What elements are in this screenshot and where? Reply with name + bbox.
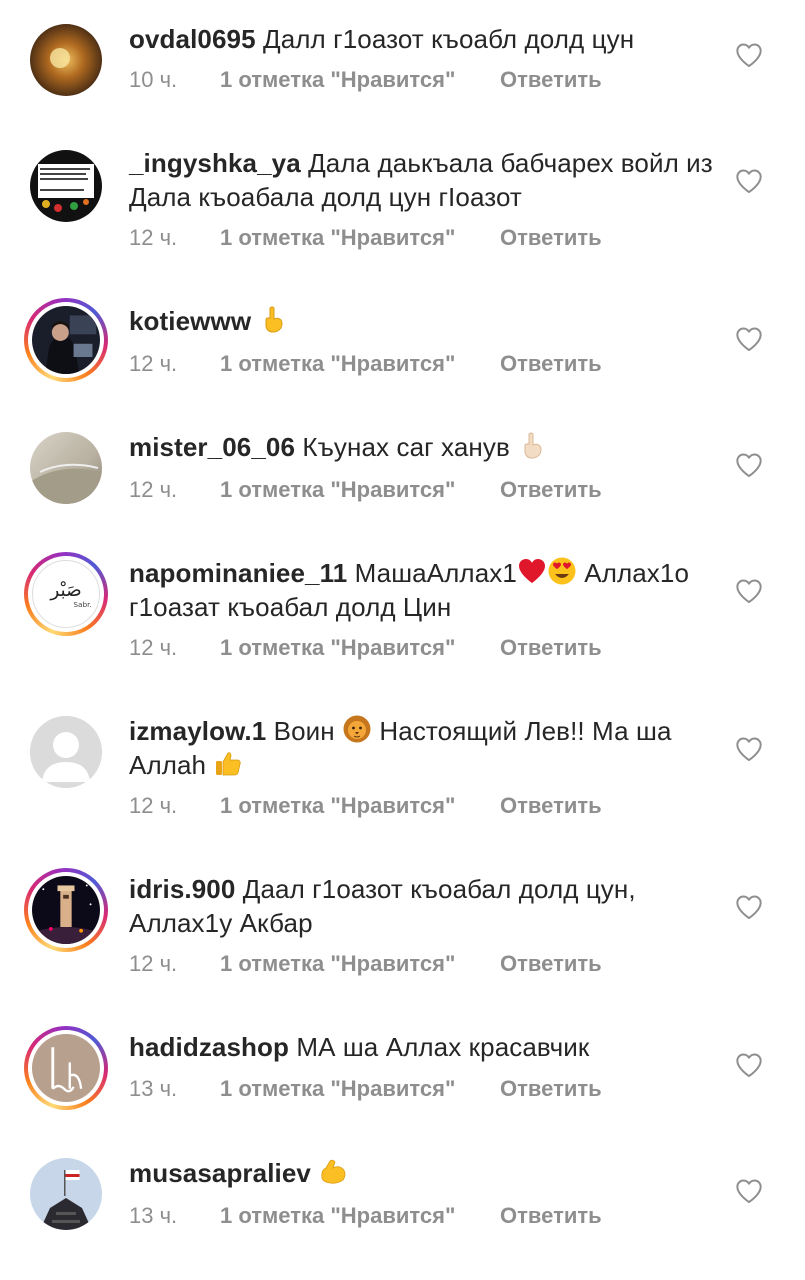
lion-face-icon [342,714,372,744]
comment-body: Воин [273,716,335,746]
reply-button[interactable]: Ответить [500,1074,602,1104]
comment-username[interactable]: musasapraliev [129,1158,311,1188]
comment-likes[interactable]: 1 отметка "Нравится" [220,349,455,379]
heart-icon[interactable] [735,894,763,920]
avatar[interactable]: صَبْر Sabr. [24,552,108,636]
comment-likes[interactable]: 1 отметка "Нравится" [220,65,455,95]
heart-icon[interactable] [735,578,763,604]
heart-icon[interactable] [735,1052,763,1078]
avatar[interactable] [24,298,108,382]
comment-time: 12 ч. [129,635,178,660]
heart-icon[interactable] [735,168,763,194]
reply-button[interactable]: Ответить [500,349,602,379]
comment-time: 12 ч. [129,951,178,976]
avatar[interactable] [30,432,102,504]
comment-text: mister_06_06 Къунах саг ханув [129,430,719,464]
comment-body: Къунах саг ханув [302,432,510,462]
comment-likes[interactable]: 1 отметка "Нравится" [220,633,455,663]
svg-text:صَبْر: صَبْر [49,580,81,601]
reply-button[interactable]: Ответить [500,475,602,505]
comment-likes[interactable]: 1 отметка "Нравится" [220,475,455,505]
index-pointing-up-icon [258,304,288,334]
index-pointing-up-icon [517,430,547,460]
comment-time: 13 ч. [129,1076,178,1101]
reply-button[interactable]: Ответить [500,65,602,95]
comment-username[interactable]: mister_06_06 [129,432,295,462]
comment-body: МашаАллах1 [354,558,517,588]
reply-button[interactable]: Ответить [500,791,602,821]
reply-button[interactable]: Ответить [500,949,602,979]
comment-time: 13 ч. [129,1203,178,1228]
avatar[interactable] [24,1026,108,1110]
comment-text: napominaniee_11 МашаАллах1 Аллах1о г1оаз… [129,556,719,624]
comment-username[interactable]: kotiewww [129,306,251,336]
comment-body: Далл г1оазот къоабл долд цун [262,24,635,54]
comment-likes[interactable]: 1 отметка "Нравится" [220,1201,455,1231]
comment-text: hadidzashop МА ша Аллах красавчик [129,1030,719,1064]
heart-icon[interactable] [735,326,763,352]
heart-icon[interactable] [735,1178,763,1204]
comment-username[interactable]: idris.900 [129,874,235,904]
reply-button[interactable]: Ответить [500,1201,602,1231]
comment-username[interactable]: _ingyshka_ya [129,148,301,178]
heart-eyes-icon [547,556,577,586]
comment-likes[interactable]: 1 отметка "Нравится" [220,791,455,821]
reply-button[interactable]: Ответить [500,223,602,253]
comment-time: 12 ч. [129,477,178,502]
comment-text: izmaylow.1 Воин Настоящий Лев!! Ма ша Ал… [129,714,719,782]
heart-icon[interactable] [735,736,763,762]
comment-time: 12 ч. [129,351,178,376]
comment-time: 10 ч. [129,67,178,92]
comment-time: 12 ч. [129,225,178,250]
comment-text: _ingyshka_ya Дала даькъала бабчарех войл… [129,146,719,214]
comment-username[interactable]: napominaniee_11 [129,558,347,588]
comment-text: idris.900 Даал г1оазот къоабал долд цун,… [129,872,719,940]
flexed-biceps-icon [318,1156,348,1186]
comment-text: kotiewww [129,304,719,338]
heart-icon[interactable] [735,452,763,478]
comment-text: musasapraliev [129,1156,719,1190]
comment-likes[interactable]: 1 отметка "Нравится" [220,949,455,979]
heart-icon[interactable] [735,42,763,68]
reply-button[interactable]: Ответить [500,633,602,663]
comment-username[interactable]: hadidzashop [129,1032,289,1062]
comment-body: МА ша Аллах красавчик [296,1032,590,1062]
thumbs-up-icon [213,748,243,778]
comment-username[interactable]: ovdal0695 [129,24,256,54]
avatar[interactable] [30,24,102,96]
comment-text: ovdal0695 Далл г1оазот къоабл долд цун [129,22,719,56]
comment-likes[interactable]: 1 отметка "Нравится" [220,223,455,253]
avatar[interactable] [30,716,102,788]
avatar[interactable] [30,150,102,222]
red-heart-icon [517,556,547,586]
comment-likes[interactable]: 1 отметка "Нравится" [220,1074,455,1104]
avatar[interactable] [30,1158,102,1230]
avatar-text: Sabr. [73,600,91,609]
avatar[interactable] [24,868,108,952]
comment-time: 12 ч. [129,793,178,818]
comment-username[interactable]: izmaylow.1 [129,716,266,746]
